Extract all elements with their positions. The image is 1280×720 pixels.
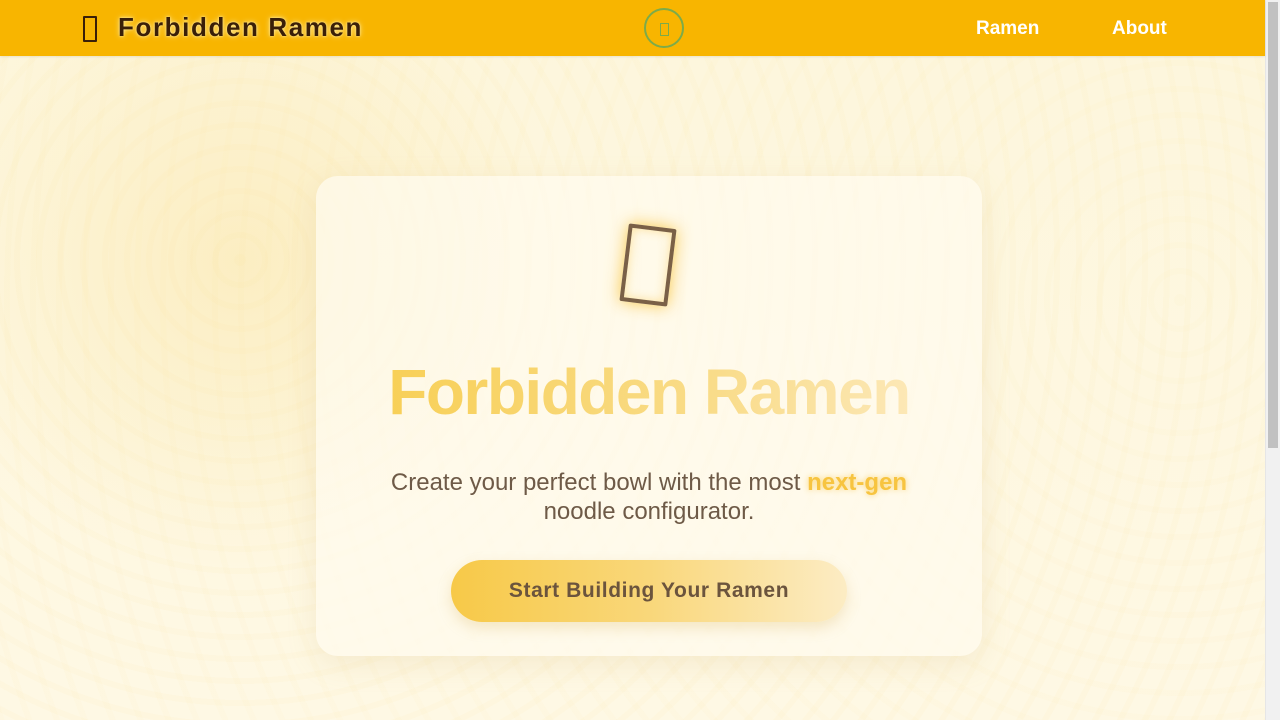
hero-subtitle-highlight: next-gen bbox=[807, 469, 908, 496]
start-building-button[interactable]: Start Building Your Ramen bbox=[451, 560, 847, 622]
hero-subtitle-after: noodle configurator. bbox=[543, 498, 755, 525]
noodle-box-icon[interactable] bbox=[83, 16, 97, 42]
bowl-frame-icon bbox=[619, 223, 677, 307]
hero-icon-wrapper bbox=[619, 223, 677, 307]
hero-subtitle: Create your perfect bowl with the most n… bbox=[356, 468, 942, 526]
theme-toggle-button[interactable] bbox=[644, 8, 684, 48]
nav-link-about[interactable]: About bbox=[1112, 18, 1167, 40]
brand-title[interactable]: Forbidden Ramen bbox=[118, 12, 363, 43]
nav-link-ramen[interactable]: Ramen bbox=[976, 18, 1039, 40]
top-navbar: Forbidden Ramen Ramen About bbox=[0, 0, 1265, 56]
scrollbar-thumb[interactable] bbox=[1268, 2, 1278, 448]
vertical-scrollbar[interactable] bbox=[1265, 0, 1280, 720]
hero-card: Forbidden Ramen Create your perfect bowl… bbox=[316, 176, 982, 656]
hero-title: Forbidden Ramen bbox=[316, 356, 982, 428]
theme-toggle-icon bbox=[660, 23, 669, 36]
hero-subtitle-before: Create your perfect bowl with the most bbox=[390, 469, 808, 496]
